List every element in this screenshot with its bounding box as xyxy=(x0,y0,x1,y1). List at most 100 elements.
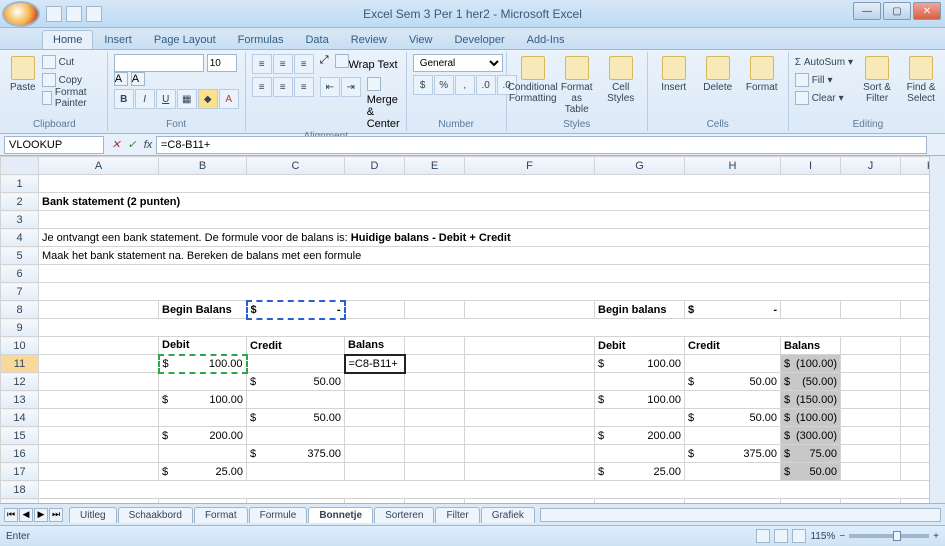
conditional-formatting-button[interactable]: Conditional Formatting xyxy=(513,54,553,106)
cell-I14[interactable]: $(100.00) xyxy=(781,409,841,427)
minimize-button[interactable]: — xyxy=(853,2,881,20)
tab-page-layout[interactable]: Page Layout xyxy=(143,30,227,49)
find-select-button[interactable]: Find & Select xyxy=(901,54,941,106)
cell-H8[interactable]: $- xyxy=(685,301,781,319)
indent-less-button[interactable]: ⇤ xyxy=(320,77,340,97)
col-G[interactable]: G xyxy=(595,157,685,175)
cell-B15[interactable]: $200.00 xyxy=(159,427,247,445)
zoom-in-button[interactable]: + xyxy=(933,531,939,542)
tab-insert[interactable]: Insert xyxy=(93,30,143,49)
format-painter-button[interactable]: Format Painter xyxy=(42,90,101,106)
merge-center-button[interactable]: Merge & Center xyxy=(367,77,400,130)
cell-B11[interactable]: $100.00 xyxy=(159,355,247,373)
view-layout-icon[interactable] xyxy=(774,529,788,543)
cell-instr1[interactable]: Je ontvangt een bank statement. De formu… xyxy=(39,229,945,247)
cell-C14[interactable]: $50.00 xyxy=(247,409,345,427)
tab-home[interactable]: Home xyxy=(42,30,93,49)
tab-developer[interactable]: Developer xyxy=(443,30,515,49)
cell-I15[interactable]: $(300.00) xyxy=(781,427,841,445)
copy-button[interactable]: Copy xyxy=(42,72,101,88)
tab-nav-last[interactable]: ⏭ xyxy=(49,508,63,522)
cell-H16[interactable]: $375.00 xyxy=(685,445,781,463)
tab-view[interactable]: View xyxy=(398,30,444,49)
col-D[interactable]: D xyxy=(345,157,405,175)
sheet-tab-format[interactable]: Format xyxy=(194,507,248,523)
cell-D10[interactable]: Balans xyxy=(345,337,405,355)
clear-button[interactable]: Clear ▾ xyxy=(795,90,853,106)
align-left-button[interactable]: ≡ xyxy=(252,77,272,97)
zoom-level[interactable]: 115% xyxy=(810,531,835,542)
cell-B17[interactable]: $25.00 xyxy=(159,463,247,481)
cell-styles-button[interactable]: Cell Styles xyxy=(601,54,641,106)
cell-I17[interactable]: $50.00 xyxy=(781,463,841,481)
col-A[interactable]: A xyxy=(39,157,159,175)
inc-decimal-button[interactable]: .0 xyxy=(476,75,496,95)
paste-button[interactable]: Paste xyxy=(8,54,38,95)
accept-formula-button[interactable]: ✓ xyxy=(124,138,140,151)
cell-D11-editing[interactable]: =C8-B11+ xyxy=(345,355,405,373)
horizontal-scrollbar[interactable] xyxy=(540,508,941,522)
name-box[interactable] xyxy=(4,136,104,154)
cell-instr2[interactable]: Maak het bank statement na. Bereken de b… xyxy=(39,247,945,265)
cell-C8[interactable]: $- xyxy=(247,301,345,319)
align-middle-button[interactable]: ≡ xyxy=(273,54,293,74)
cell-B8[interactable]: Begin Balans xyxy=(159,301,247,319)
cut-button[interactable]: Cut xyxy=(42,54,101,70)
save-icon[interactable] xyxy=(46,6,62,22)
sheet-tab-bonnetje[interactable]: Bonnetje xyxy=(308,507,373,523)
cell-title[interactable]: Bank statement (2 punten) xyxy=(39,193,945,211)
grow-font-icon[interactable]: A xyxy=(114,72,128,86)
col-J[interactable]: J xyxy=(841,157,901,175)
col-B[interactable]: B xyxy=(159,157,247,175)
border-button[interactable]: ▦ xyxy=(177,89,197,109)
autosum-button[interactable]: Σ AutoSum ▾ xyxy=(795,54,853,70)
select-all-button[interactable] xyxy=(1,157,39,175)
cell-B19[interactable]: Eind Balans xyxy=(159,499,247,505)
insert-cells-button[interactable]: Insert xyxy=(654,54,694,95)
tab-addins[interactable]: Add-Ins xyxy=(516,30,576,49)
cell-B10[interactable]: Debit xyxy=(159,337,247,355)
col-F[interactable]: F xyxy=(465,157,595,175)
cell-H10[interactable]: Credit xyxy=(685,337,781,355)
cell-C12[interactable]: $50.00 xyxy=(247,373,345,391)
cancel-formula-button[interactable]: ✕ xyxy=(108,138,124,151)
cell-G13[interactable]: $100.00 xyxy=(595,391,685,409)
shrink-font-icon[interactable]: A xyxy=(131,72,145,86)
percent-button[interactable]: % xyxy=(434,75,454,95)
orientation-button[interactable]: ⤢ xyxy=(320,54,329,74)
italic-button[interactable]: I xyxy=(135,89,155,109)
cell-G10[interactable]: Debit xyxy=(595,337,685,355)
tab-formulas[interactable]: Formulas xyxy=(227,30,295,49)
tab-nav-prev[interactable]: ◀ xyxy=(19,508,33,522)
indent-more-button[interactable]: ⇥ xyxy=(341,77,361,97)
sheet-tab-filter[interactable]: Filter xyxy=(435,507,479,523)
col-E[interactable]: E xyxy=(405,157,465,175)
cell-I12[interactable]: $(50.00) xyxy=(781,373,841,391)
font-size-input[interactable] xyxy=(207,54,237,72)
cell-I10[interactable]: Balans xyxy=(781,337,841,355)
align-center-button[interactable]: ≡ xyxy=(273,77,293,97)
close-button[interactable]: ✕ xyxy=(913,2,941,20)
sheet-tab-uitleg[interactable]: Uitleg xyxy=(69,507,117,523)
cell-C10[interactable]: Credit xyxy=(247,337,345,355)
col-I[interactable]: I xyxy=(781,157,841,175)
cell-I11[interactable]: $(100.00) xyxy=(781,355,841,373)
zoom-slider[interactable] xyxy=(849,534,929,538)
align-bottom-button[interactable]: ≡ xyxy=(294,54,314,74)
tab-nav-first[interactable]: ⏮ xyxy=(4,508,18,522)
undo-icon[interactable] xyxy=(66,6,82,22)
tab-nav-next[interactable]: ▶ xyxy=(34,508,48,522)
fx-icon[interactable]: fx xyxy=(140,139,156,151)
cell-G15[interactable]: $200.00 xyxy=(595,427,685,445)
sheet-tab-schaakbord[interactable]: Schaakbord xyxy=(118,507,193,523)
wrap-text-button[interactable]: Wrap Text xyxy=(335,54,398,74)
col-H[interactable]: H xyxy=(685,157,781,175)
format-as-table-button[interactable]: Format as Table xyxy=(557,54,597,117)
vertical-scrollbar[interactable] xyxy=(929,156,945,503)
cell-C16[interactable]: $375.00 xyxy=(247,445,345,463)
comma-button[interactable]: , xyxy=(455,75,475,95)
font-name-input[interactable] xyxy=(114,54,204,72)
worksheet[interactable]: A B C D E F G H I J K L M 1 2Bank statem… xyxy=(0,156,945,504)
zoom-out-button[interactable]: − xyxy=(839,531,845,542)
view-break-icon[interactable] xyxy=(792,529,806,543)
